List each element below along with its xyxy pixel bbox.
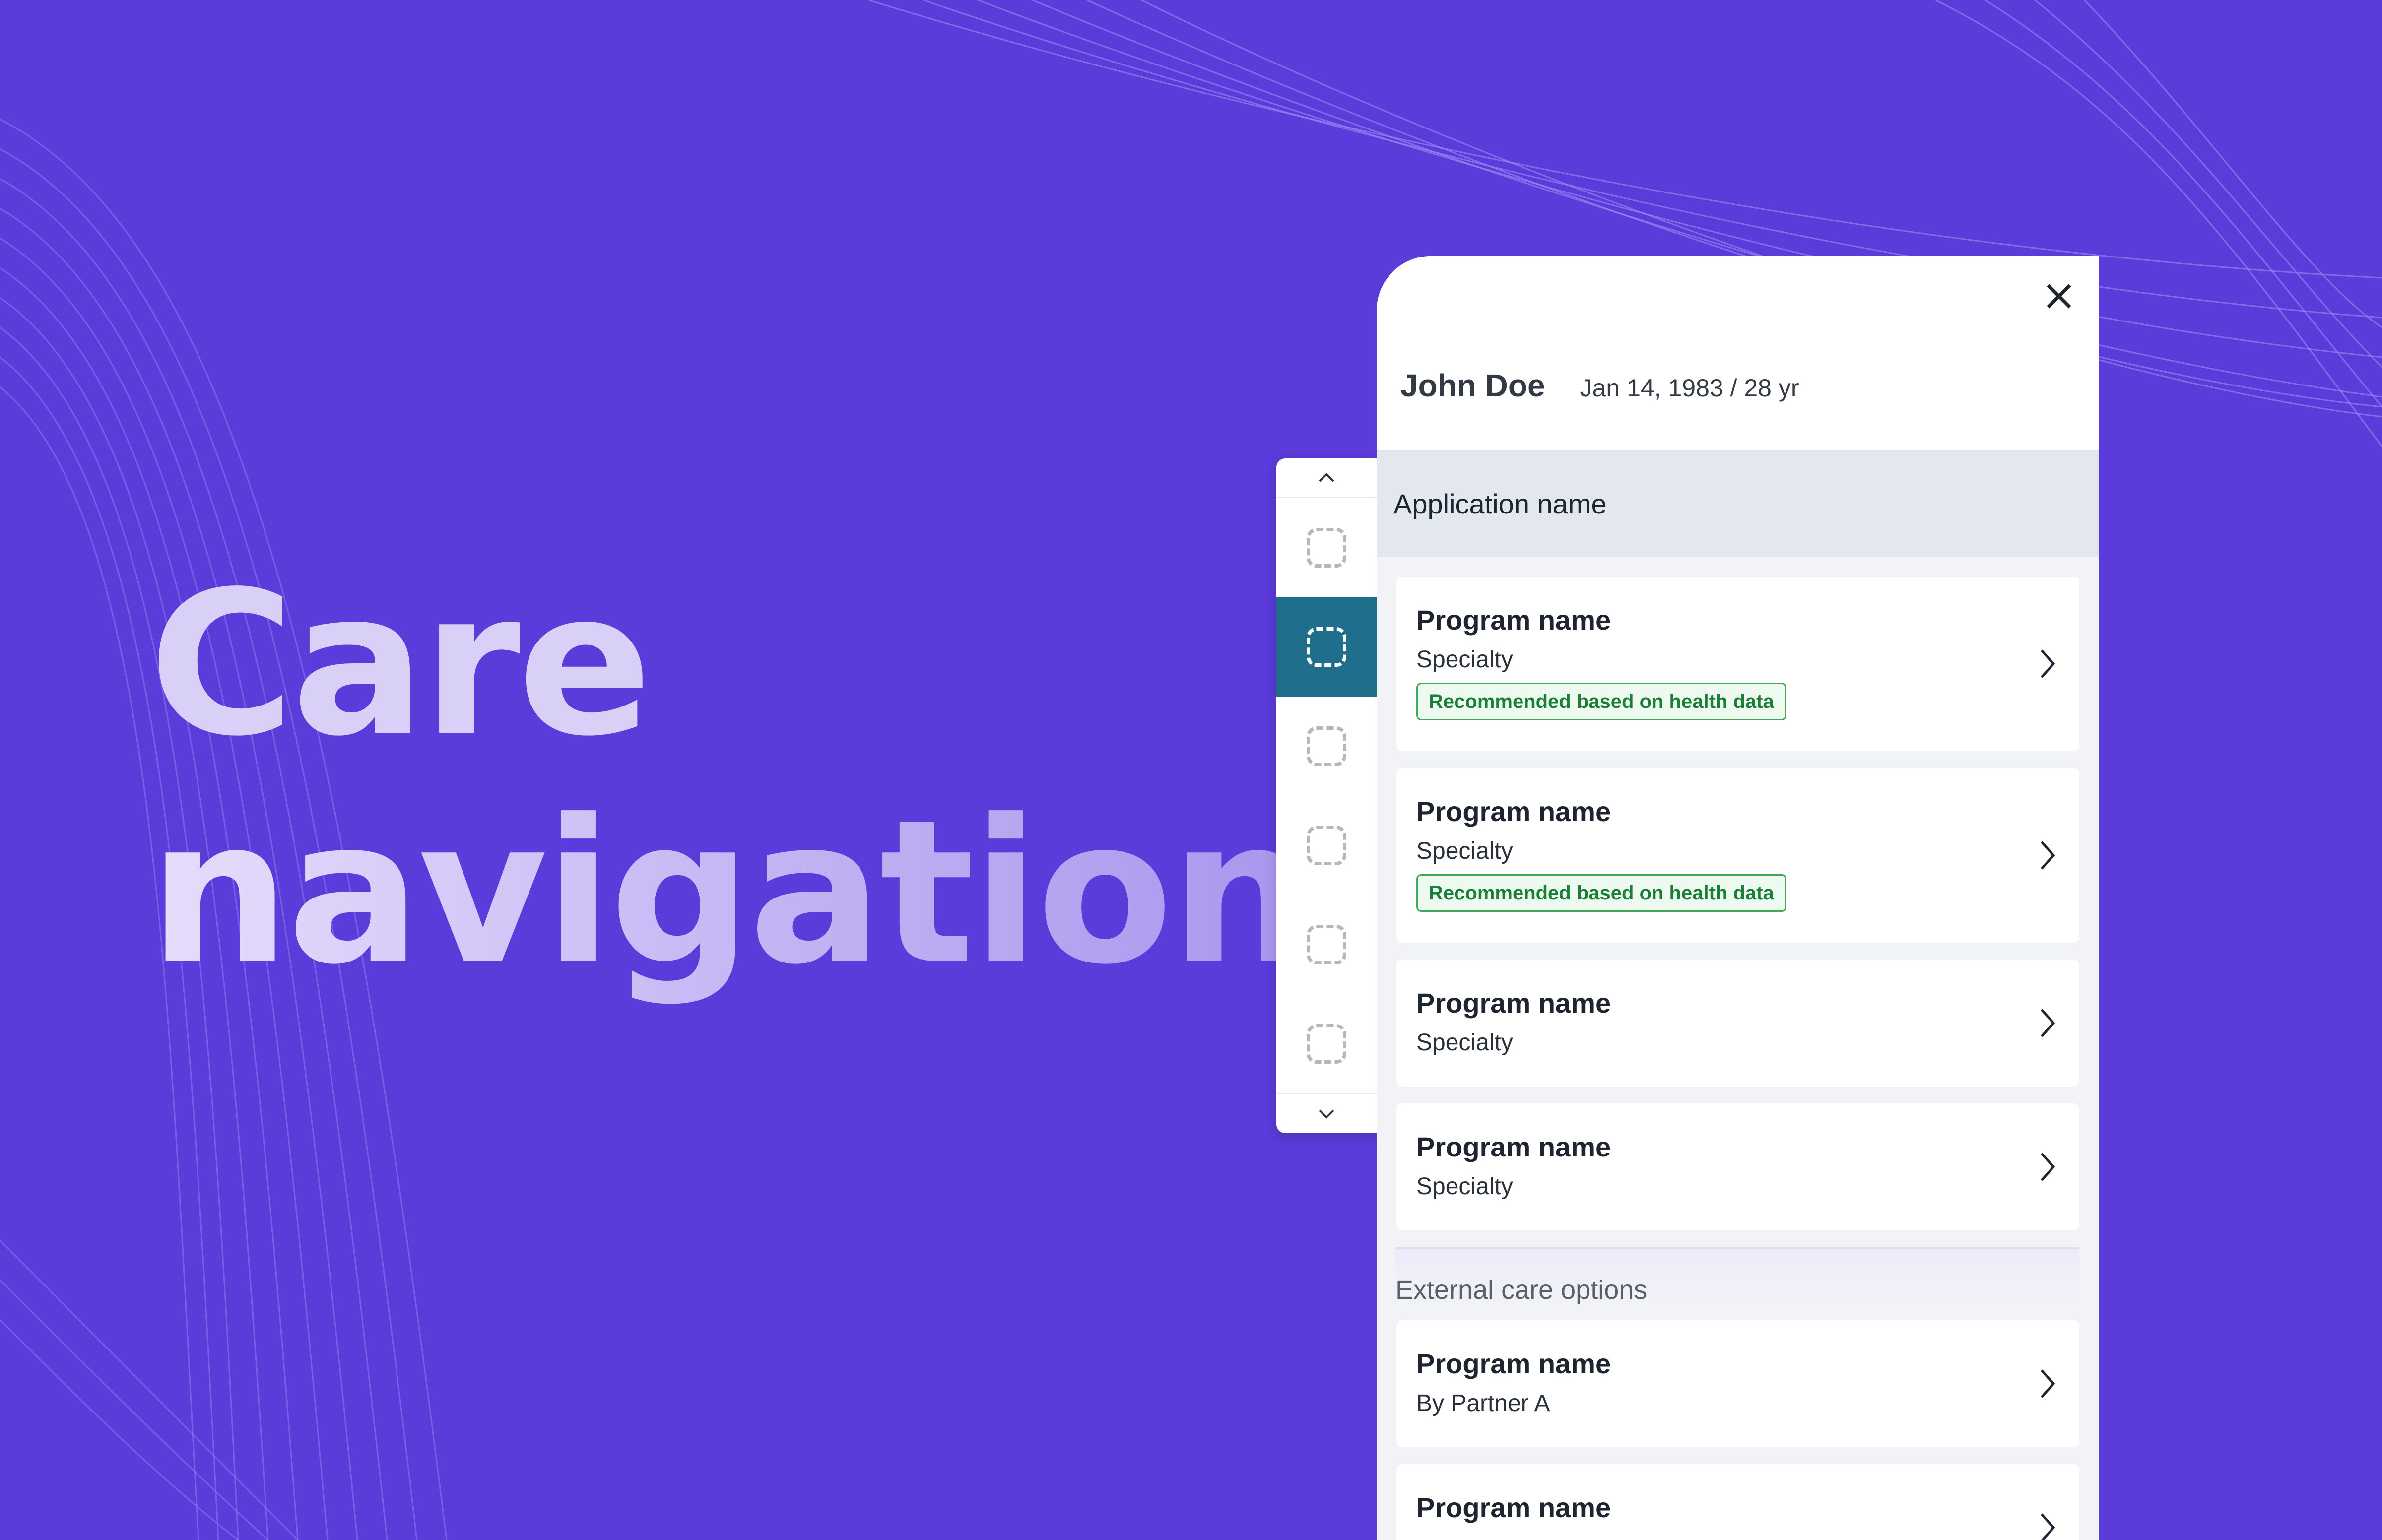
placeholder-icon [1307,1024,1346,1064]
program-title: Program name [1416,1348,1611,1379]
placeholder-icon [1307,925,1346,964]
application-name: Application name [1393,488,1607,519]
patient-info: John Doe Jan 14, 1983 / 28 yr [1400,367,1799,404]
chevron-right-icon [2041,1369,2055,1398]
rail-item-3[interactable] [1276,697,1377,796]
rail-item-5[interactable] [1276,895,1377,994]
chevron-right-icon [2041,1153,2055,1181]
rail-scroll-down-button[interactable] [1276,1093,1377,1133]
chevron-right-icon [2041,1009,2055,1037]
program-specialty: Specialty [1416,838,1513,864]
panel-header: John Doe Jan 14, 1983 / 28 yr [1377,256,2099,450]
rail-scroll-up-button[interactable] [1276,458,1377,498]
external-care-heading: External care options [1395,1247,2079,1305]
program-card[interactable]: Program name Specialty [1396,960,2079,1087]
placeholder-icon [1307,826,1346,865]
program-specialty: Specialty [1416,1029,1513,1056]
placeholder-icon [1307,627,1346,667]
external-program-card[interactable]: Program name By Partner A [1396,1320,2079,1447]
program-list: Program name Specialty Recommended based… [1377,557,2099,1540]
rail-item-2-active[interactable] [1276,597,1377,697]
rail-items [1276,498,1377,1093]
navigation-rail [1276,458,1377,1133]
hero-heading: Care navigation [149,549,1312,1008]
recommended-badge: Recommended based on health data [1416,683,1786,720]
recommended-badge: Recommended based on health data [1416,874,1786,912]
program-specialty: Specialty [1416,1173,1513,1200]
program-title: Program name [1416,1131,1611,1162]
program-specialty: Specialty [1416,646,1513,673]
chevron-right-icon [2041,1513,2055,1540]
program-title: Program name [1416,796,1611,827]
program-partner: By Partner A [1416,1390,1550,1416]
hero-line-2: navigation [149,777,1312,1008]
program-card[interactable]: Program name Specialty [1396,1103,2079,1230]
patient-dob-age: Jan 14, 1983 / 28 yr [1580,374,1799,402]
rail-item-1[interactable] [1276,498,1377,597]
chevron-up-icon [1319,473,1334,482]
close-icon [2047,284,2071,309]
rail-item-6[interactable] [1276,994,1377,1093]
patient-name: John Doe [1400,368,1545,403]
placeholder-icon [1307,726,1346,766]
close-button[interactable] [2037,274,2081,319]
program-title: Program name [1416,1492,1611,1523]
chevron-down-icon [1319,1109,1334,1119]
chevron-right-icon [2041,649,2055,678]
program-card[interactable]: Program name Specialty Recommended based… [1396,768,2079,943]
chevron-right-icon [2041,841,2055,870]
placeholder-icon [1307,528,1346,568]
program-card[interactable]: Program name Specialty Recommended based… [1396,577,2079,751]
application-name-bar: Application name [1377,450,2099,557]
program-title: Program name [1416,987,1611,1019]
external-program-card[interactable]: Program name [1396,1464,2079,1540]
rail-item-4[interactable] [1276,796,1377,895]
program-title: Program name [1416,604,1611,636]
hero-line-1: Care [149,549,652,780]
care-panel: John Doe Jan 14, 1983 / 28 yr Applicatio… [1377,256,2099,1540]
